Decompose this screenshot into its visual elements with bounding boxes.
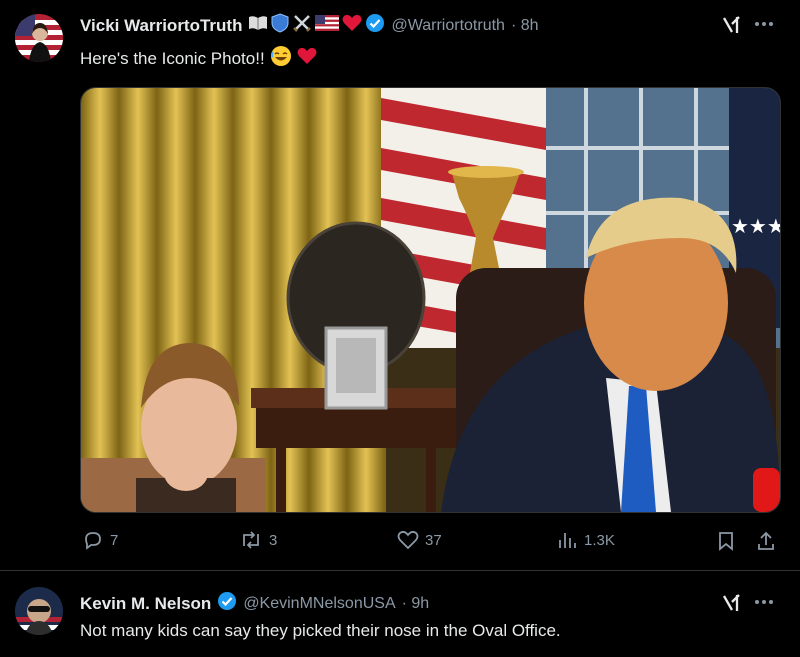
verified-icon: [365, 13, 385, 38]
post-image[interactable]: ★★★: [80, 87, 781, 513]
views-icon: [559, 533, 576, 548]
like-button[interactable]: 37: [397, 529, 442, 551]
handle[interactable]: @KevinMNelsonUSA: [243, 595, 395, 613]
timestamp[interactable]: · 9h: [402, 595, 430, 613]
post-2[interactable]: Kevin M. Nelson @KevinMNelsonUSA · 9h No…: [0, 571, 800, 657]
handle[interactable]: @Warriortotruth: [391, 17, 504, 35]
repost-button[interactable]: 3: [239, 529, 277, 551]
crossed-swords-icon: [292, 13, 312, 38]
us-flag-icon: [315, 15, 340, 36]
like-icon: [397, 530, 419, 550]
photo-scene: ★★★: [81, 88, 780, 512]
timestamp[interactable]: · 8h: [511, 17, 539, 35]
reply-icon: [85, 532, 101, 550]
rofl-emoji-icon: [270, 45, 292, 72]
verified-icon: [217, 591, 237, 616]
shield-icon: [271, 13, 289, 38]
display-name[interactable]: Kevin M. Nelson: [80, 594, 211, 614]
avatar[interactable]: [15, 587, 63, 635]
book-icon: [248, 15, 268, 36]
reply-count: 7: [110, 531, 119, 549]
post-header: Kevin M. Nelson @KevinMNelsonUSA · 9h: [80, 591, 429, 616]
grok-icon[interactable]: [721, 14, 743, 36]
svg-text:★★★: ★★★: [731, 214, 780, 238]
views-button[interactable]: 1.3K: [556, 529, 615, 551]
post-text-row: Here's the Iconic Photo!!: [80, 45, 317, 72]
post-text: Not many kids can say they picked their …: [80, 621, 561, 640]
more-icon[interactable]: [752, 592, 776, 612]
heart-icon: [297, 47, 317, 70]
more-icon[interactable]: [752, 14, 776, 34]
like-count: 37: [425, 531, 442, 549]
reply-button[interactable]: 7: [82, 529, 118, 551]
name-badges: [248, 13, 385, 38]
share-button[interactable]: [755, 530, 777, 552]
post-text: Here's the Iconic Photo!!: [80, 48, 265, 68]
avatar[interactable]: [15, 14, 63, 62]
repost-icon: [243, 531, 259, 549]
heart-icon: [342, 14, 362, 37]
grok-icon[interactable]: [721, 592, 743, 614]
post-header: Vicki WarriortoTruth @Warriortotruth · 8…: [80, 13, 539, 38]
display-name[interactable]: Vicki WarriortoTruth: [80, 16, 242, 36]
post-1[interactable]: Vicki WarriortoTruth @Warriortotruth · 8…: [0, 0, 800, 570]
bookmark-button[interactable]: [716, 530, 736, 552]
bookmark-icon: [719, 532, 733, 551]
views-count: 1.3K: [584, 531, 615, 549]
repost-count: 3: [269, 531, 278, 549]
share-icon: [758, 531, 774, 550]
